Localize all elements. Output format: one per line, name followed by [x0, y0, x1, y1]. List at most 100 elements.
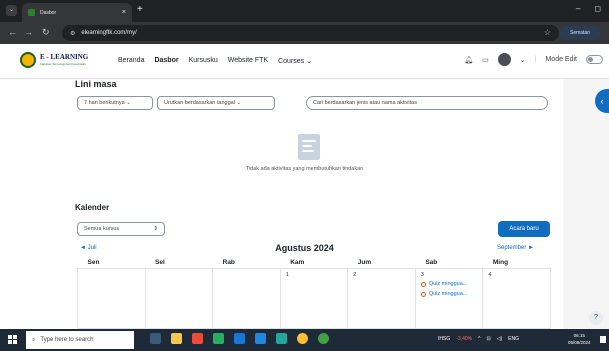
- taskbar-apps: [150, 333, 329, 344]
- timeline-heading: Lini masa: [75, 79, 117, 89]
- tab-search-icon[interactable]: ⌄: [6, 5, 17, 16]
- calendar-day-cell: [77, 268, 146, 329]
- weekday-header: Sen: [77, 257, 146, 269]
- tray-chevron-icon[interactable]: ^: [478, 336, 480, 342]
- calendar-course-label: Semua kursus: [84, 226, 120, 232]
- nav-website-ftk[interactable]: Website FTK: [228, 57, 268, 65]
- logo-subtitle: Fakultas Teknologi dan Kesehatan: [40, 62, 86, 66]
- user-avatar[interactable]: [497, 53, 511, 66]
- calendar-day-cell[interactable]: 3 Quiz minggua... Quiz minggua...: [414, 268, 484, 329]
- weekday-header: Rab: [212, 257, 281, 269]
- event-title: Quiz minggua...: [428, 291, 468, 297]
- language-indicator[interactable]: ENG: [508, 336, 519, 342]
- nav-courses[interactable]: Courses ⌄: [278, 57, 312, 65]
- nav-beranda[interactable]: Beranda: [118, 57, 144, 65]
- back-arrow-icon[interactable]: ←: [8, 27, 17, 37]
- network-icon[interactable]: ⊡: [486, 336, 490, 342]
- tab-title: Dasbor: [40, 9, 57, 16]
- calendar-day-cell[interactable]: 4: [482, 268, 551, 329]
- site-info-icon[interactable]: ⚙: [70, 30, 75, 37]
- search-icon: ⌕: [32, 336, 36, 343]
- nav-dasbor[interactable]: Dasbor: [154, 57, 178, 65]
- bookmark-star-icon[interactable]: ☆: [544, 28, 551, 37]
- window-controls: – ◻: [576, 4, 601, 13]
- timeline-search-input[interactable]: Cari berdasarkan jenis atau nama aktivit…: [306, 96, 548, 110]
- taskbar-search-input[interactable]: ⌕ Type here to search: [26, 331, 134, 349]
- mode-edit-toggle[interactable]: [586, 55, 603, 64]
- browser-tab-bar: ⌄ Dasbor × + – ◻: [0, 0, 609, 22]
- open-drawer-chevron-icon[interactable]: ‹: [595, 89, 609, 113]
- calendar-day-cell: [212, 268, 281, 329]
- url-input[interactable]: ⚙ elearningftk.com/my/ ☆: [62, 25, 559, 41]
- reload-icon[interactable]: ↻: [42, 27, 50, 38]
- user-menu-chevron-icon[interactable]: ⌄: [520, 56, 526, 64]
- site-logo-icon[interactable]: [20, 52, 36, 68]
- edge-icon[interactable]: [276, 333, 287, 344]
- app-icon[interactable]: [213, 333, 224, 344]
- new-tab-button[interactable]: +: [137, 4, 143, 15]
- site-navbar: E - LEARNING Fakultas Teknologi dan Kese…: [0, 44, 609, 79]
- profile-button[interactable]: Sematan: [559, 26, 601, 40]
- profile-label: Sematan: [569, 30, 590, 36]
- file-explorer-icon[interactable]: [171, 333, 182, 344]
- nav-kursusku[interactable]: Kursusku: [189, 57, 218, 65]
- volume-icon[interactable]: ◁): [497, 336, 503, 342]
- new-event-button[interactable]: Acara baru: [498, 221, 550, 237]
- timeline-empty-text: Tidak ada aktivitas yang membutuhkan tin…: [245, 166, 364, 172]
- taskbar-search-placeholder: Type here to search: [40, 337, 94, 343]
- select-arrows-icon: ⇕: [153, 226, 158, 232]
- stock-change: -3,40%: [456, 336, 473, 342]
- timeline-sort-label: Urutkan berdasarkan tanggal: [164, 100, 235, 106]
- stock-ticker[interactable]: IHSG: [438, 336, 450, 342]
- forward-arrow-icon[interactable]: →: [24, 27, 33, 37]
- timeline-search-placeholder: Cari berdasarkan jenis atau nama aktivit…: [313, 100, 417, 106]
- calendar-event[interactable]: Quiz minggua...: [420, 281, 478, 287]
- system-clock[interactable]: 06:15 05/08/2024: [568, 332, 591, 346]
- quiz-event-icon: [420, 291, 426, 297]
- clock-date: 05/08/2024: [568, 340, 591, 345]
- calendar-day-cell[interactable]: 2: [347, 268, 416, 329]
- weekday-header: Jum: [347, 257, 416, 269]
- empty-activity-icon: [298, 134, 320, 160]
- quiz-event-icon: [420, 281, 426, 287]
- notifications-icon[interactable]: [600, 336, 606, 343]
- system-tray: IHSG -3,40% ^ ⊡ ◁) ENG: [438, 336, 519, 342]
- weekday-header: Sel: [145, 257, 213, 269]
- maximize-button[interactable]: ◻: [594, 4, 601, 13]
- calendar-course-select[interactable]: Semua kursus ⇕: [77, 222, 165, 236]
- calendar-event[interactable]: Quiz minggua...: [420, 291, 478, 297]
- day-number: 1: [285, 272, 289, 278]
- windows-start-icon[interactable]: [8, 335, 17, 344]
- navbar-actions: 🔔︎ ▭ ⌄ | Mode Edit: [464, 53, 603, 66]
- event-title: Quiz minggua...: [428, 281, 468, 287]
- chrome-icon[interactable]: [318, 333, 329, 344]
- timeline-days-label: 7 hari berikutnya: [84, 100, 125, 106]
- minimize-button[interactable]: –: [576, 4, 580, 13]
- browser-address-bar: ← → ↻ ⚙ elearningftk.com/my/ ☆ Sematan: [0, 22, 609, 44]
- next-month-link[interactable]: September ►: [497, 245, 534, 251]
- site-favicon-icon: [28, 9, 35, 16]
- timeline-days-filter[interactable]: 7 hari berikutnya ⌄: [77, 96, 153, 110]
- browser-tab[interactable]: Dasbor ×: [22, 3, 132, 22]
- day-number: 4: [488, 272, 492, 278]
- calendar-grid: Sen Sel Rab Kam Jum Sab Ming 1 2 3 Quiz …: [77, 257, 551, 329]
- messages-icon[interactable]: ▭: [482, 56, 489, 64]
- tab-close-icon[interactable]: ×: [122, 9, 126, 16]
- weekday-header: Ming: [482, 257, 551, 269]
- help-question-icon[interactable]: ?: [589, 311, 603, 325]
- app-icon[interactable]: [255, 333, 266, 344]
- task-view-icon[interactable]: [150, 333, 161, 344]
- timeline-sort-select[interactable]: Urutkan berdasarkan tanggal ⌄: [157, 96, 275, 110]
- logo-title[interactable]: E - LEARNING: [40, 53, 88, 61]
- right-drawer: ‹ ?: [563, 79, 609, 329]
- chrome-icon[interactable]: [297, 333, 308, 344]
- calendar-day-cell[interactable]: 1: [279, 268, 349, 329]
- app-icon[interactable]: [192, 333, 203, 344]
- notification-bell-icon[interactable]: 🔔︎: [464, 56, 473, 64]
- url-text: elearningftk.com/my/: [81, 30, 137, 36]
- weekday-header: Kam: [280, 257, 348, 269]
- day-number: 3: [420, 272, 424, 278]
- primary-nav: Beranda Dasbor Kursusku Website FTK Cour…: [118, 57, 312, 65]
- day-number: 2: [353, 272, 357, 278]
- app-icon[interactable]: [234, 333, 245, 344]
